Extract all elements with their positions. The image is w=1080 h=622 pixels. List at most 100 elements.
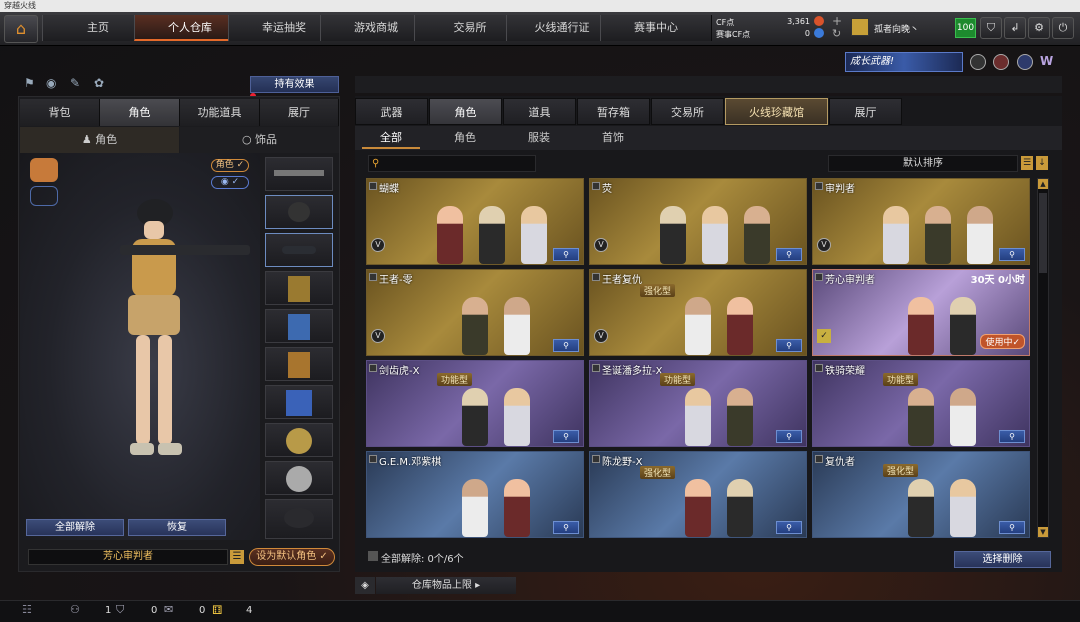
slot-pet-alt[interactable]	[265, 461, 333, 495]
slot-ammo[interactable]	[265, 385, 333, 419]
sort-dropdown[interactable]: 默认排序	[828, 155, 1018, 172]
slot-pet[interactable]	[265, 423, 333, 457]
subtab-character[interactable]: ♟ 角色	[20, 127, 179, 153]
ammo-icon	[286, 390, 312, 416]
filter-character[interactable]: 角色	[436, 127, 494, 149]
gift-icon[interactable]: ⚅	[212, 603, 222, 617]
badge-icon[interactable]	[1017, 54, 1033, 70]
zoom-icon[interactable]: ⚲	[999, 248, 1025, 261]
restore-button[interactable]: 恢复	[128, 519, 226, 536]
left-tab-character[interactable]: 角色	[100, 99, 180, 126]
menu-icon[interactable]: ☷	[22, 603, 32, 616]
slot-suit[interactable]	[265, 347, 333, 381]
add-cf-icon[interactable]: +	[832, 14, 842, 28]
visibility-badge[interactable]: ◉ ✓	[211, 176, 249, 189]
globe-icon[interactable]	[993, 54, 1009, 70]
left-tab-bag[interactable]: 背包	[20, 99, 100, 126]
gear-icon[interactable]: ⚙	[1028, 17, 1050, 39]
left-tab-items[interactable]: 功能道具	[180, 99, 260, 126]
item-card[interactable]: 圣诞潘多拉-X 功能型 ⚲	[589, 360, 807, 447]
item-card[interactable]: 陈龙野-X 强化型 ⚲	[589, 451, 807, 538]
settings-zoom-icon[interactable]: ⚲	[776, 430, 802, 443]
right-tab-characters[interactable]: 角色	[429, 98, 502, 125]
scroll-down-icon[interactable]: ▼	[1038, 527, 1048, 537]
right-tab-hall[interactable]: 展厅	[829, 98, 902, 125]
list-icon[interactable]: ☰	[230, 550, 244, 564]
scroll-up-icon[interactable]: ▲	[1038, 179, 1048, 189]
right-tab-weapons[interactable]: 武器	[355, 98, 428, 125]
beast-icon	[286, 466, 312, 492]
eye-icon[interactable]: ◉	[46, 76, 56, 90]
sort-order-icon[interactable]: ↓	[1036, 156, 1048, 170]
item-card[interactable]: G.E.M.邓紫棋 ⚲	[366, 451, 584, 538]
friends-icon[interactable]: ⚇	[70, 603, 80, 616]
search-input[interactable]: ⚲	[368, 155, 536, 172]
filter-all[interactable]: 全部	[362, 127, 420, 149]
item-card[interactable]: 荧 V ⚲	[589, 178, 807, 265]
shield-icon[interactable]: ⛉	[980, 17, 1002, 39]
item-card[interactable]: 剑齿虎-X 功能型 ⚲	[366, 360, 584, 447]
character-figure	[908, 479, 934, 537]
role-badge[interactable]: 角色 ✓	[211, 159, 249, 172]
effect-button[interactable]: 持有效果	[250, 76, 339, 93]
slot-empty[interactable]	[265, 499, 333, 539]
zoom-icon[interactable]: ⚲	[553, 248, 579, 261]
slot-helmet[interactable]	[265, 195, 333, 229]
slot-armor[interactable]	[265, 271, 333, 305]
item-card[interactable]: 审判者 V ⚲	[812, 178, 1030, 265]
unequip-all-button[interactable]: 全部解除	[26, 519, 124, 536]
slot-vest[interactable]	[265, 309, 333, 343]
item-card[interactable]: 王者-零 V ⚲	[366, 269, 584, 356]
item-card[interactable]: 复仇者 强化型 ⚲	[812, 451, 1030, 538]
scroll-thumb[interactable]	[1039, 193, 1047, 273]
filter-jewelry[interactable]: 首饰	[584, 127, 642, 149]
zoom-icon[interactable]: ⚲	[776, 248, 802, 261]
character-figure	[437, 206, 463, 264]
item-type-icon	[815, 182, 823, 190]
home-icon[interactable]: ⌂	[4, 15, 38, 43]
zoom-icon[interactable]: ⚲	[776, 521, 802, 534]
chat-icon[interactable]: ✉	[164, 603, 173, 616]
power-icon[interactable]: ⏻	[1052, 17, 1074, 39]
card-name: 陈龙野-X	[602, 457, 643, 468]
exit-icon[interactable]: ↲	[1004, 17, 1026, 39]
bag-icon[interactable]: ✿	[94, 76, 104, 90]
filter-clothing[interactable]: 服装	[510, 127, 568, 149]
capacity-button[interactable]: 仓库物品上限 ▸	[376, 577, 516, 594]
in-use-badge[interactable]: 使用中✓	[980, 334, 1025, 349]
sort-list-icon[interactable]: ☰	[1021, 156, 1033, 170]
settings-zoom-icon[interactable]: ⚲	[553, 430, 579, 443]
right-tab-collection[interactable]: 火线珍藏馆	[725, 98, 828, 125]
zoom-icon[interactable]: ⚲	[553, 339, 579, 352]
paint-icon[interactable]: ✎	[70, 76, 80, 90]
right-tab-items[interactable]: 道具	[503, 98, 576, 125]
item-card[interactable]: 王者复仇 强化型 V ⚲	[589, 269, 807, 356]
subtab-accessory[interactable]: ○ 饰品	[180, 127, 339, 153]
stats-icon[interactable]: ⚑	[24, 76, 35, 90]
clan-icon[interactable]: ⛉	[116, 603, 124, 617]
role-emblem-alt-icon[interactable]	[30, 186, 58, 206]
item-card[interactable]: 蝴蝶 V ⚲	[366, 178, 584, 265]
v-badge-icon[interactable]	[970, 54, 986, 70]
slot-glasses[interactable]	[265, 233, 333, 267]
zoom-icon[interactable]: ⚲	[776, 339, 802, 352]
right-tab-storage[interactable]: 暂存箱	[577, 98, 650, 125]
nav-tab-events[interactable]: 赛事中心	[600, 15, 712, 41]
refresh-icon[interactable]: ↻	[832, 27, 841, 40]
card-name: 芳心审判者	[825, 275, 875, 286]
item-card[interactable]: 铁骑荣耀 功能型 ⚲	[812, 360, 1030, 447]
set-default-button[interactable]: 设为默认角色 ✓	[249, 548, 335, 566]
w-logo-icon[interactable]: W	[1040, 54, 1058, 70]
face	[144, 221, 164, 239]
role-emblem-icon[interactable]	[30, 158, 58, 182]
select-delete-button[interactable]: 选择删除	[954, 551, 1051, 568]
settings-zoom-icon[interactable]: ⚲	[999, 430, 1025, 443]
left-tab-hall[interactable]: 展厅	[260, 99, 339, 126]
right-tab-exchange[interactable]: 交易所	[651, 98, 724, 125]
promo-banner[interactable]: 成长武器!	[845, 52, 963, 72]
zoom-icon[interactable]: ⚲	[553, 521, 579, 534]
scrollbar[interactable]: ▲ ▼	[1037, 178, 1049, 538]
zoom-icon[interactable]: ⚲	[999, 521, 1025, 534]
slot-weapon[interactable]	[265, 157, 333, 191]
item-card[interactable]: 芳心审判者 30天 0小时 使用中✓ ✓	[812, 269, 1030, 356]
